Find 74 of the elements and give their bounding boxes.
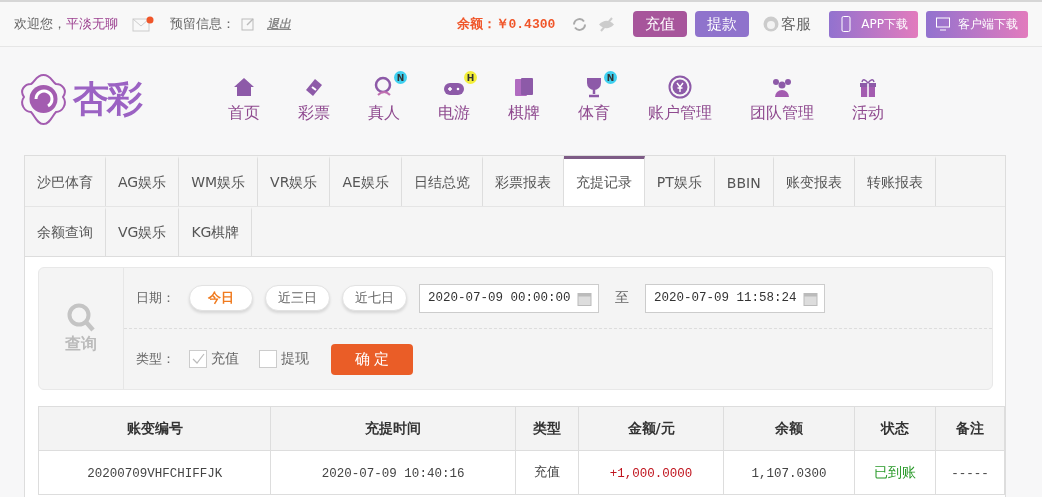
report-tab[interactable]: AG娱乐 [106,156,180,206]
date-range-chip[interactable]: 近三日 [265,285,330,311]
report-tab[interactable]: VG娱乐 [106,207,180,256]
table-cell: ----- [951,466,989,481]
edit-icon[interactable] [241,17,255,31]
checkbox-label: 充值 [211,350,239,368]
checkbox[interactable] [189,350,207,368]
report-tab[interactable]: 彩票报表 [482,156,564,206]
deposit-button[interactable]: 充值 [633,11,688,37]
checkbox[interactable] [259,350,277,368]
report-tab[interactable]: KG棋牌 [179,207,253,256]
column-header: 充提时间 [270,406,516,451]
avatar-icon [763,16,780,32]
username-link[interactable]: 平淡无聊 [66,15,118,33]
calendar-icon[interactable] [803,290,818,306]
date-field[interactable]: 2020-07-09 11:58:24 [645,283,825,313]
nav-item[interactable]: 首页 [228,75,260,124]
report-tab[interactable]: VR娱乐 [258,156,331,206]
calendar-icon[interactable] [577,290,592,306]
column-header: 金额/元 [578,406,724,451]
report-tab[interactable]: AE娱乐 [330,156,402,206]
refresh-icon[interactable] [571,15,589,33]
query-title: 查询 [65,334,97,355]
column-header: 备注 [935,406,1005,451]
nav-item[interactable]: 团队管理 [750,75,814,124]
nav-item[interactable]: 彩票 [298,75,330,124]
report-tab[interactable]: 账变报表 [773,156,855,206]
report-tab[interactable]: 日结总览 [401,156,483,206]
column-header: 状态 [854,406,936,451]
report-tab[interactable]: 转账报表 [854,156,936,206]
range-separator: 至 [615,289,629,307]
date-label: 日期： [136,289,175,307]
table-cell: 1,107.0300 [751,466,827,481]
report-tab[interactable]: 余额查询 [25,207,106,256]
welcome-text: 欢迎您， [14,15,66,33]
balance-value: ￥0.4300 [495,16,556,33]
nav-badge: N [394,71,407,84]
date-field[interactable]: 2020-07-09 00:00:00 [419,283,599,313]
table-cell: 充值 [534,464,561,479]
yen-coin-icon [668,75,692,99]
balance-label: 余额： [456,15,496,33]
report-tab[interactable]: 沙巴体育 [25,156,106,206]
logo-text: 杏彩 [73,77,141,121]
home-icon [232,75,256,99]
column-header: 余额 [723,406,855,451]
withdraw-button[interactable]: 提款 [695,11,750,37]
monitor-icon [936,16,950,32]
table-cell: 2020-07-09 10:40:16 [321,466,465,481]
confirm-button[interactable]: 确 定 [331,343,413,375]
table-cell: 已到账 [873,463,916,480]
report-tab[interactable]: BBIN [714,156,774,206]
checkbox-label: 提现 [281,350,309,368]
report-tab[interactable]: 充提记录 [563,156,645,206]
table-cell: +1,000.0000 [609,466,693,481]
nav-item[interactable]: 活动 [852,75,884,124]
table-cell: 20200709VHFCHIFFJK [87,466,223,481]
cards-icon [512,75,536,99]
report-tab[interactable]: PT娱乐 [644,156,715,206]
type-label: 类型： [136,350,175,368]
report-tab[interactable]: WM娱乐 [179,156,259,206]
date-range-chip[interactable]: 近七日 [342,285,407,311]
phone-icon [839,16,854,32]
mail-icon[interactable] [132,16,154,32]
nav-badge: N [604,71,617,84]
nav-item[interactable]: 棋牌 [508,75,540,124]
column-header: 账变编号 [38,406,271,451]
eye-slash-icon[interactable] [598,15,616,33]
reserved-info-label: 预留信息： [170,15,235,33]
customer-service-link[interactable]: 客服 [763,14,812,34]
logout-link[interactable]: 退出 [267,15,291,33]
nav-badge: H [464,71,477,84]
search-icon [66,302,96,334]
column-header: 类型 [515,406,579,451]
nav-item[interactable]: 账户管理 [648,75,712,124]
